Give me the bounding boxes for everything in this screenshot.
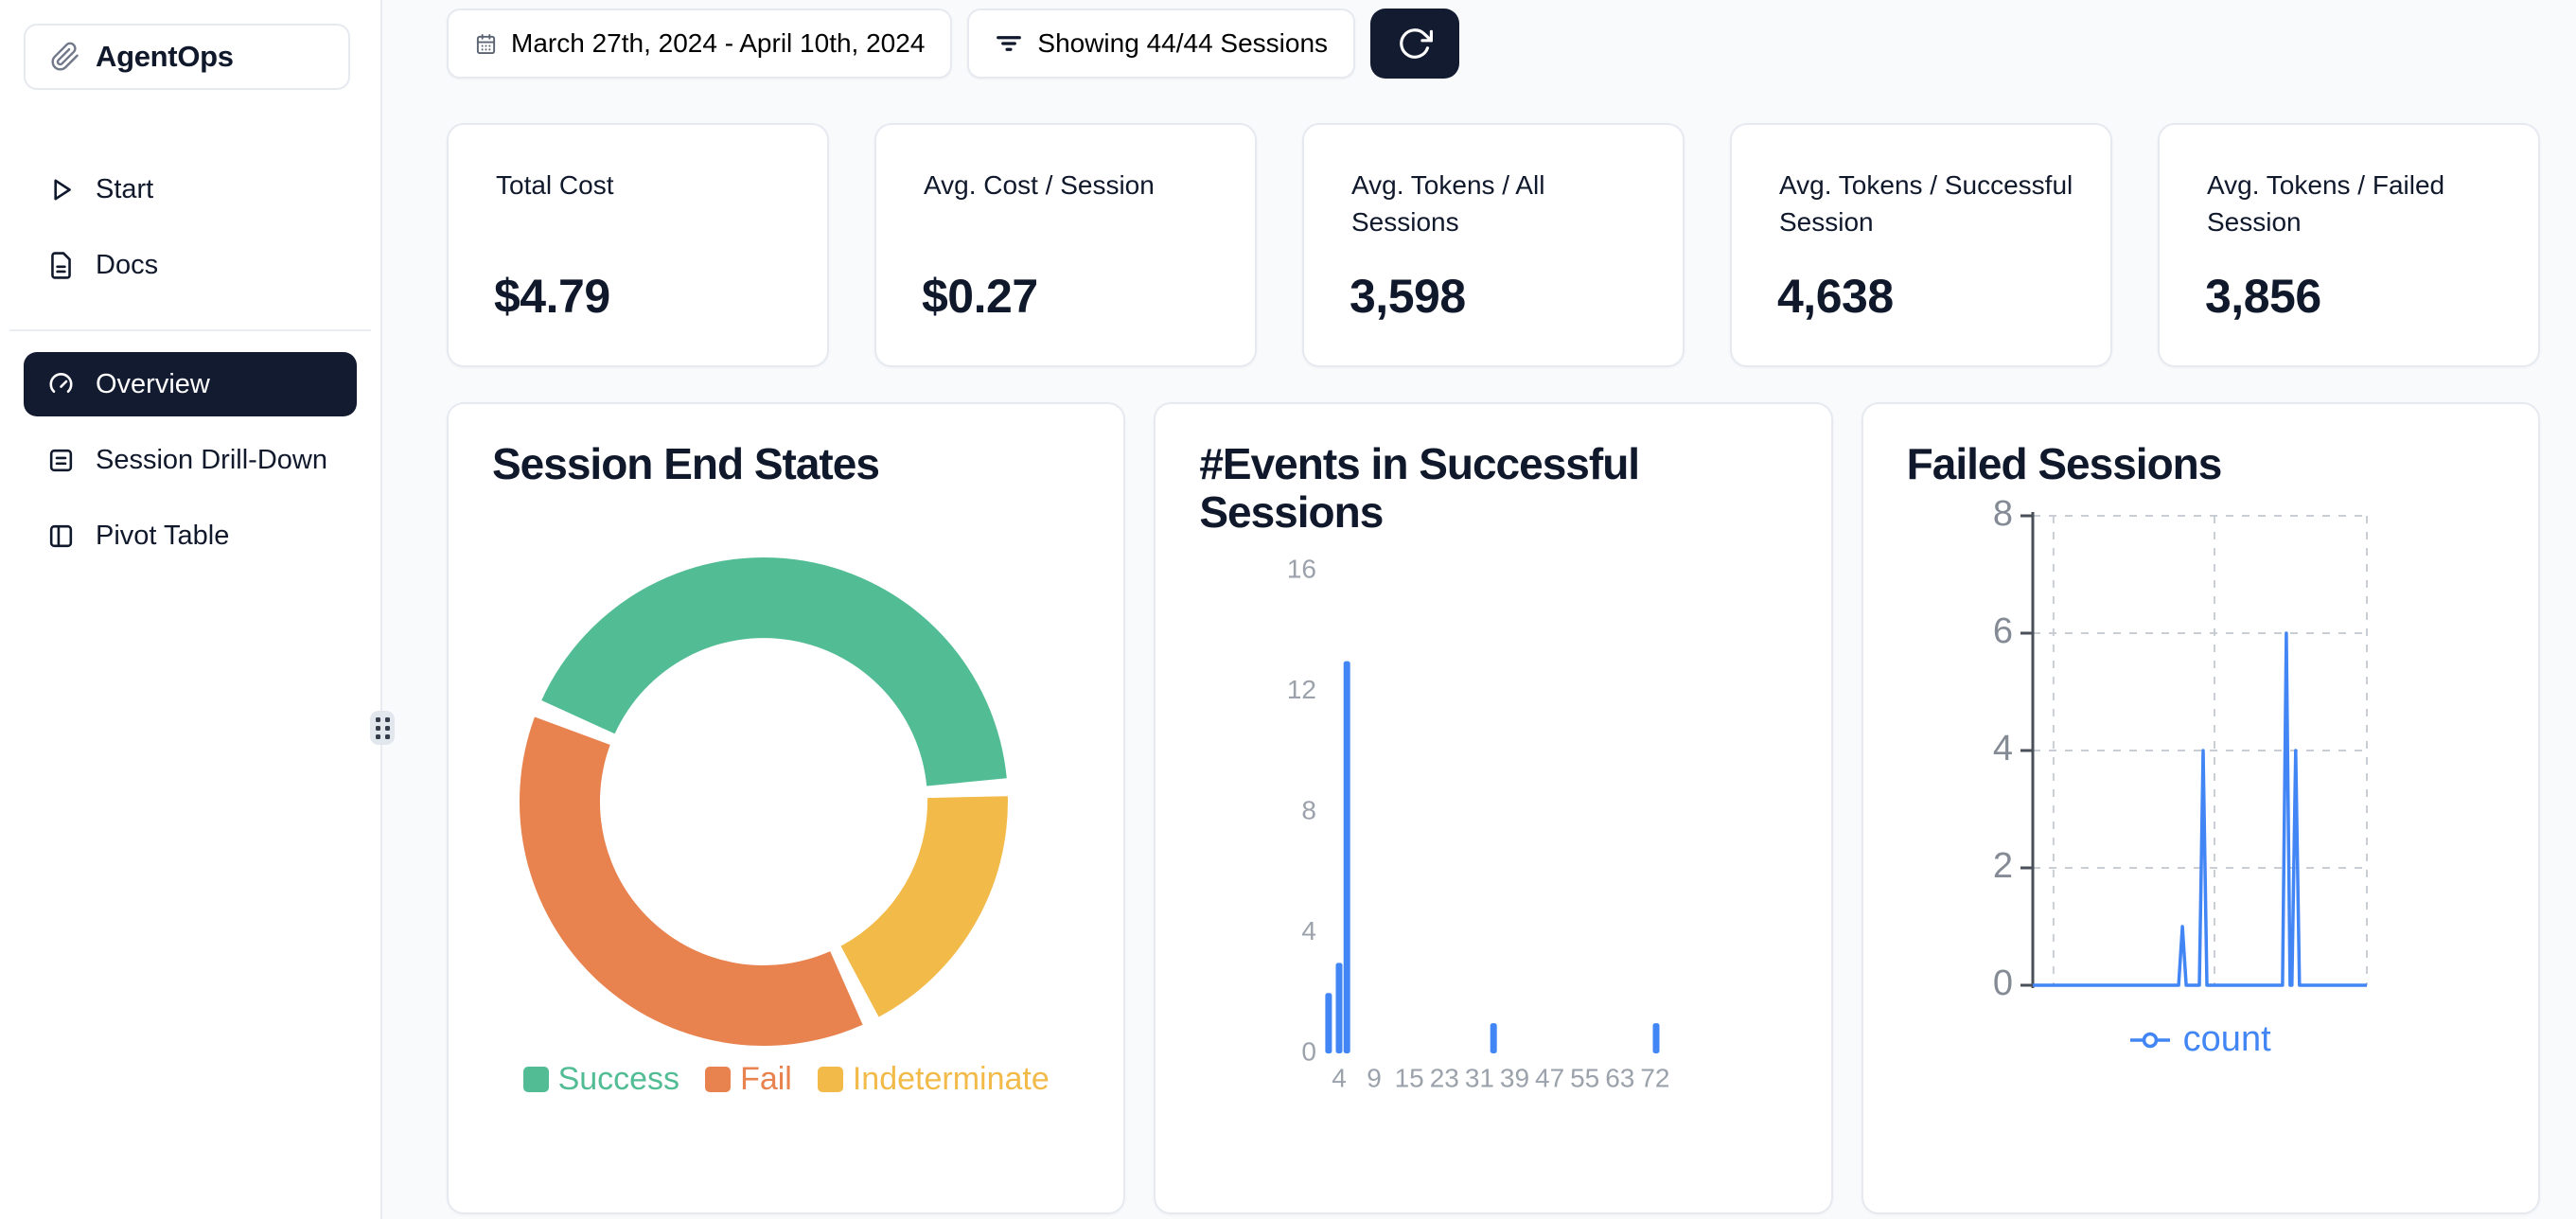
events-histogram-card: #Events in Successful Sessions 048121649… (1154, 402, 1832, 1214)
event-count-bar (1491, 1023, 1497, 1053)
stat-card-label: Total Cost (496, 167, 793, 203)
stat-card-value: $0.27 (922, 269, 1038, 324)
sidebar-item-label: Pivot Table (96, 521, 229, 552)
sidebar-item-label: Session Drill-Down (96, 445, 327, 476)
donut-slice-fail (520, 717, 863, 1046)
y-tick-label: 0 (1993, 963, 2013, 1003)
legend-swatch (523, 1067, 549, 1092)
date-range-label: March 27th, 2024 - April 10th, 2024 (511, 28, 925, 59)
count-legend-label: count (2183, 1019, 2271, 1060)
y-tick-label: 4 (1993, 729, 2013, 768)
y-tick-label: 6 (1993, 611, 2013, 651)
y-tick-label: 8 (1302, 795, 1317, 824)
x-tick-label: 31 (1465, 1063, 1494, 1092)
docs-icon (45, 250, 76, 280)
sidebar-item-label: Overview (96, 369, 210, 400)
sidebar-item-pivot-table[interactable]: Pivot Table (24, 504, 357, 568)
x-tick-label: 47 (1535, 1063, 1564, 1092)
x-tick-label: 23 (1430, 1063, 1459, 1092)
rows-icon (45, 445, 76, 475)
donut-legend: Success Fail Indeterminate (449, 1061, 1123, 1098)
legend-label: Fail (740, 1061, 792, 1098)
legend-item-fail[interactable]: Fail (705, 1061, 792, 1098)
sidebar-section-divider (9, 329, 371, 331)
panel-left-icon (45, 521, 76, 551)
event-count-bar (1653, 1023, 1660, 1053)
y-tick-label: 16 (1287, 554, 1316, 583)
x-tick-label: 72 (1641, 1063, 1670, 1092)
stat-card-value: 4,638 (1777, 269, 1894, 324)
stat-card-value: 3,598 (1350, 269, 1466, 324)
event-count-bar (1344, 662, 1350, 1053)
x-tick-label: 39 (1500, 1063, 1529, 1092)
stat-card-value: $4.79 (494, 269, 610, 324)
x-tick-label: 63 (1606, 1063, 1635, 1092)
date-range-button[interactable]: March 27th, 2024 - April 10th, 2024 (447, 9, 952, 79)
filter-icon (995, 29, 1023, 58)
app-root: AgentOps StartDocsOverviewSession Drill-… (0, 0, 2576, 1219)
failed-sessions-line-chart: 0 2 4 6 8 (1863, 404, 2540, 1214)
count-legend-marker (2128, 1030, 2172, 1051)
count-legend[interactable]: count (2033, 1019, 2367, 1060)
count-line (2033, 633, 2367, 985)
refresh-button[interactable] (1370, 9, 1459, 79)
stat-card: Avg. Tokens / Successful Session 4,638 (1730, 123, 2112, 367)
events-bar-chart: 0481216491523313947556372 (1156, 404, 1832, 1214)
y-tick-label: 8 (1993, 494, 2013, 534)
donut-slice-success (541, 557, 1007, 786)
stat-card: Avg. Tokens / All Sessions 3,598 (1302, 123, 1685, 367)
failed-sessions-card: Failed Sessions 02468 count (1861, 402, 2540, 1214)
session-end-states-card: Session End States SuccessFailIndetermin… (447, 402, 1125, 1214)
x-tick-label: 9 (1367, 1063, 1383, 1092)
x-tick-label: 4 (1332, 1063, 1348, 1092)
y-tick-label: 0 (1302, 1036, 1317, 1066)
x-tick-label: 55 (1570, 1063, 1599, 1092)
stat-card-label: Avg. Tokens / All Sessions (1351, 167, 1649, 240)
x-tick-label: 15 (1395, 1063, 1424, 1092)
sidebar-item-docs[interactable]: Docs (24, 233, 357, 297)
sidebar-item-start[interactable]: Start (24, 157, 357, 221)
y-tick-label: 2 (1993, 846, 2013, 886)
sidebar-nav: Start Docs Overview Session Drill-Down Pivot… (0, 0, 380, 568)
stat-card-label: Avg. Tokens / Failed Session (2207, 167, 2504, 240)
sidebar-item-session-drill-down[interactable]: Session Drill-Down (24, 428, 357, 492)
legend-label: Indeterminate (853, 1061, 1050, 1098)
y-tick-label: 12 (1287, 675, 1316, 704)
sidebar-item-label: Start (96, 174, 153, 205)
legend-swatch (818, 1067, 843, 1092)
donut-slice-indeterminate (841, 796, 1008, 1016)
topbar: March 27th, 2024 - April 10th, 2024 Show… (447, 9, 1459, 79)
sessions-filter-label: Showing 44/44 Sessions (1037, 28, 1328, 59)
calendar-icon (474, 32, 497, 55)
stat-cards-row: Total Cost$4.79Avg. Cost / Session$0.27A… (447, 123, 2540, 367)
stat-card: Total Cost $4.79 (447, 123, 829, 367)
legend-swatch (705, 1067, 731, 1092)
sidebar-item-label: Docs (96, 250, 158, 281)
stat-card-label: Avg. Cost / Session (924, 167, 1221, 203)
sidebar-resize-handle[interactable] (370, 711, 395, 745)
stat-card: Avg. Tokens / Failed Session 3,856 (2158, 123, 2540, 367)
sidebar-item-overview[interactable]: Overview (24, 352, 357, 416)
charts-row: Session End States SuccessFailIndetermin… (447, 402, 2540, 1214)
legend-label: Success (558, 1061, 680, 1098)
event-count-bar (1336, 963, 1343, 1053)
event-count-bar (1326, 993, 1332, 1053)
stat-card-value: 3,856 (2205, 269, 2321, 324)
gauge-icon (45, 369, 76, 399)
y-tick-label: 4 (1302, 916, 1317, 945)
legend-item-success[interactable]: Success (523, 1061, 680, 1098)
legend-item-indeterminate[interactable]: Indeterminate (818, 1061, 1050, 1098)
stat-card: Avg. Cost / Session $0.27 (874, 123, 1257, 367)
refresh-icon (1397, 26, 1433, 62)
sessions-filter-button[interactable]: Showing 44/44 Sessions (967, 9, 1355, 79)
play-icon (45, 174, 76, 204)
stat-card-label: Avg. Tokens / Successful Session (1779, 167, 2076, 240)
sidebar: AgentOps StartDocsOverviewSession Drill-… (0, 0, 382, 1219)
